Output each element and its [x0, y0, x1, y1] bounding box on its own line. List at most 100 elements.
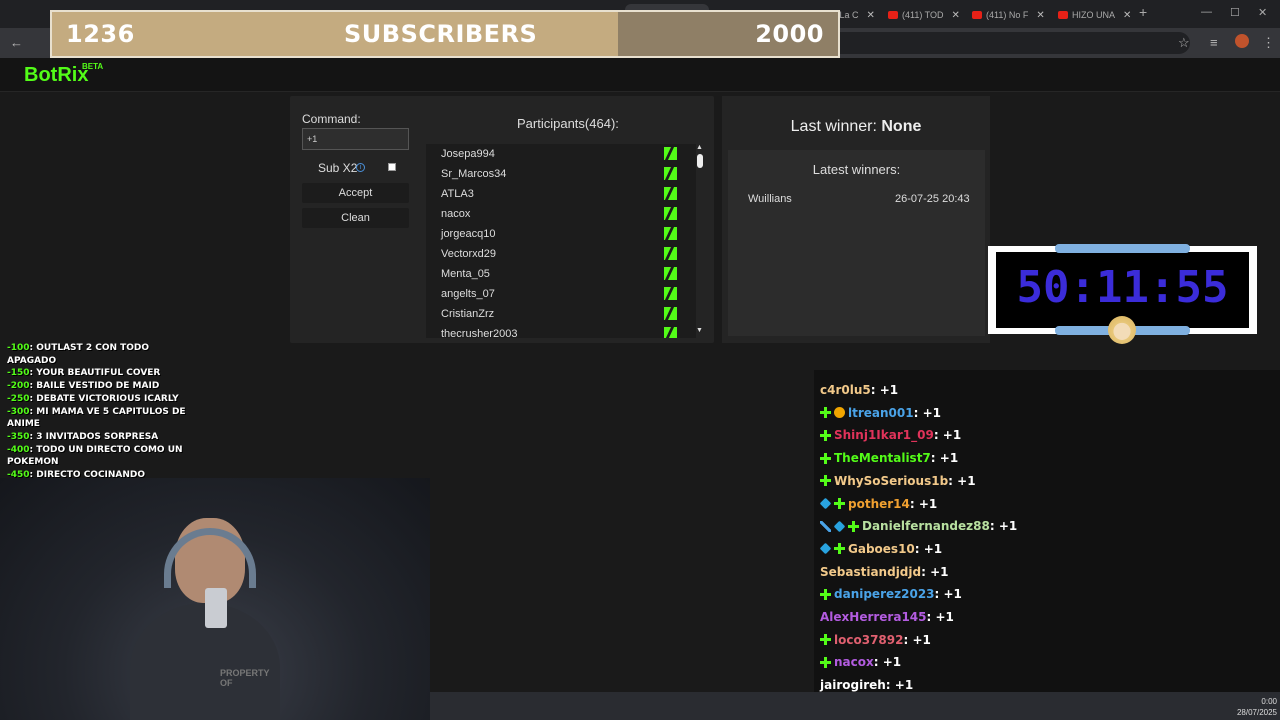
goal-text: : MI MAMA VE 5 CAPITULOS DE ANIME — [7, 406, 186, 430]
participant-row[interactable]: Sr_Marcos34 — [426, 164, 696, 184]
accept-button[interactable]: Accept — [302, 183, 409, 203]
participant-row[interactable]: thecrusher2003 — [426, 324, 696, 338]
participant-row[interactable]: CristianZrz — [426, 304, 696, 324]
kick-icon — [664, 267, 677, 280]
plus-badge-icon — [848, 520, 859, 532]
subscriber-goal-bar: 1236 SUBSCRIBERS 2000 — [50, 10, 840, 58]
participant-name: Sr_Marcos34 — [441, 168, 507, 180]
maximize-icon[interactable]: ☐ — [1230, 6, 1240, 19]
participants-list[interactable]: Josepa994 Sr_Marcos34 ATLA3 nacox jorgeacq10… — [426, 144, 696, 338]
youtube-icon — [972, 11, 982, 19]
kick-icon — [664, 287, 677, 300]
sub-x2-checkbox[interactable] — [388, 163, 396, 171]
close-window-icon[interactable]: ✕ — [1258, 6, 1267, 19]
subscriber-count: 1236 — [66, 20, 135, 48]
participant-row[interactable]: ATLA3 — [426, 184, 696, 204]
plus-badge-icon — [820, 452, 831, 464]
last-winner: Last winner: None — [722, 118, 990, 136]
browser-tab[interactable]: HIZO UNA ✕ — [1052, 4, 1136, 26]
participants-scrollbar[interactable]: ▲ ▼ — [696, 144, 704, 338]
clean-button[interactable]: Clean — [302, 208, 409, 228]
site-header — [0, 58, 1280, 92]
chat-username: nacox — [834, 655, 874, 670]
chat-message: TheMentalist7 : +1 — [820, 448, 958, 468]
tab-label: HIZO UNA — [1072, 10, 1116, 20]
close-tab-icon[interactable]: ✕ — [1123, 10, 1131, 21]
headphones-icon — [164, 528, 256, 588]
participant-name: angelts_07 — [441, 288, 495, 300]
browser-tab[interactable]: (411) TOD ✕ — [882, 4, 966, 26]
participant-row[interactable]: Vectorxd29 — [426, 244, 696, 264]
close-tab-icon[interactable]: ✕ — [1036, 10, 1044, 21]
plus-badge-icon — [820, 407, 831, 419]
plus-badge-icon — [820, 475, 831, 487]
chat-text: : +1 — [914, 541, 943, 556]
goal-item: -200: BAILE VESTIDO DE MAID — [7, 380, 197, 393]
botrix-logo[interactable]: BotRix — [24, 64, 88, 87]
browser-tab[interactable]: (411) No F ✕ — [966, 4, 1050, 26]
participant-row[interactable]: angelts_07 — [426, 284, 696, 304]
chat-text: : +1 — [873, 655, 902, 670]
bottom-strip — [430, 692, 1280, 720]
clock-date: 28/07/2025 — [1236, 708, 1277, 717]
chat-username: jairogireh — [820, 678, 886, 692]
chat-message: jairogireh : +1 — [820, 675, 913, 692]
clock-time: 0:00 — [1261, 697, 1277, 706]
winner-date: 26-07-25 20:43 — [895, 193, 970, 205]
participant-row[interactable]: jorgeacq10 — [426, 224, 696, 244]
sub-x2-label: Sub X2 — [318, 161, 358, 175]
webcam-feed: PROPERTY OF — [0, 478, 430, 720]
scroll-up-icon[interactable]: ▲ — [696, 144, 703, 151]
chat-message: daniperez2023 : +1 — [820, 584, 962, 604]
chat-message: c4r0lu5 : +1 — [820, 380, 898, 400]
kick-icon — [664, 167, 677, 180]
command-input[interactable] — [302, 128, 409, 150]
participant-row[interactable]: nacox — [426, 204, 696, 224]
extensions-icon[interactable]: ≡ — [1210, 35, 1218, 50]
kick-icon — [664, 327, 677, 338]
goal-text: : TODO UN DIRECTO COMO UN POKEMON — [7, 444, 183, 468]
participant-name: ATLA3 — [441, 188, 474, 200]
participant-row[interactable]: Menta_05 — [426, 264, 696, 284]
winner-name: Wuillians — [748, 193, 792, 205]
youtube-icon — [888, 11, 898, 19]
command-label: Command: — [302, 112, 361, 126]
browser-menu-icon[interactable]: ⋮ — [1262, 35, 1275, 51]
plus-badge-icon — [834, 498, 845, 509]
chat-message: Shinj1Ikar1_09 : +1 — [820, 425, 961, 445]
bookmark-star-icon[interactable]: ☆ — [1178, 35, 1190, 51]
streamer-figure: PROPERTY OF — [130, 518, 280, 720]
chat-username: loco37892 — [834, 632, 904, 647]
new-tab-button[interactable]: + — [1139, 4, 1147, 20]
kick-icon — [664, 187, 677, 200]
goal-amount: -250 — [7, 393, 30, 404]
timer-bar-top — [1055, 244, 1190, 253]
chat-username: Shinj1Ikar1_09 — [834, 428, 934, 443]
kick-icon — [664, 247, 677, 260]
chat-message: Danielfernandez88 : +1 — [820, 516, 1017, 536]
goal-amount: -350 — [7, 431, 30, 442]
chat-username: WhySoSerious1b — [834, 473, 949, 488]
chat-text: : +1 — [934, 587, 962, 602]
goal-text: : BAILE VESTIDO DE MAID — [29, 381, 160, 392]
goal-amount: -150 — [7, 368, 30, 379]
subathon-timer: 50:11:55 — [1016, 262, 1229, 313]
close-tab-icon[interactable]: ✕ — [867, 10, 875, 21]
chat-username: Sebastiandjdjd — [820, 564, 922, 579]
back-icon[interactable]: ← — [10, 35, 23, 50]
scroll-down-icon[interactable]: ▼ — [696, 327, 703, 334]
chat-text: : +1 — [926, 610, 954, 624]
chat-username: pother14 — [848, 496, 910, 511]
info-icon[interactable]: i — [356, 163, 365, 172]
sword-badge-icon — [820, 520, 831, 532]
scroll-thumb[interactable] — [697, 154, 703, 168]
latest-winners-title: Latest winners: — [812, 162, 901, 177]
participant-row[interactable]: Josepa994 — [426, 144, 696, 164]
profile-avatar[interactable] — [1235, 34, 1249, 48]
plus-badge-icon — [834, 543, 845, 555]
minimize-icon[interactable]: — — [1201, 6, 1212, 18]
tab-label: (411) No F — [986, 10, 1029, 20]
participants-title: Participants(464): — [517, 116, 619, 131]
close-tab-icon[interactable]: ✕ — [952, 10, 960, 21]
chat-message: Gaboes10 : +1 — [819, 539, 943, 559]
